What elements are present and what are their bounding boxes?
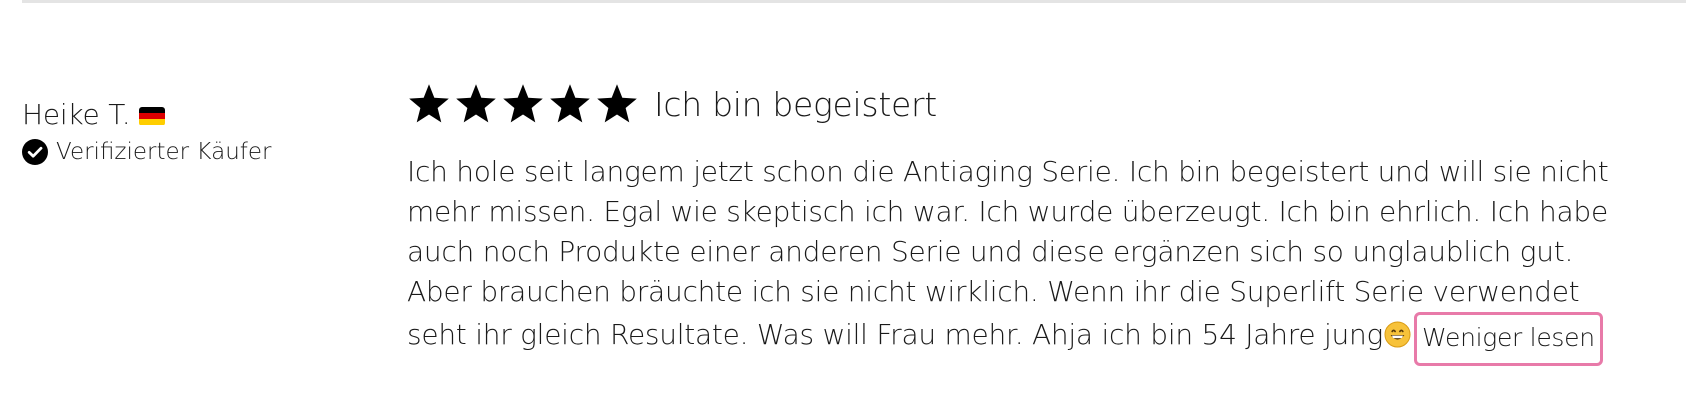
top-divider: [22, 0, 1686, 3]
reviewer-name-row: Heike T.: [22, 96, 342, 132]
star-icon: [503, 84, 543, 123]
verified-buyer-badge: Verifizierter Käufer: [22, 136, 342, 168]
review-body: Ich hole seit langem jetzt schon die Ant…: [407, 152, 1632, 366]
review-page: Heike T. Verifizierter Käufer Ich bin be…: [0, 0, 1686, 416]
reviewer-info: Heike T. Verifizierter Käufer: [22, 96, 342, 168]
star-icon: [409, 84, 449, 123]
review-title: Ich bin begeistert: [654, 84, 937, 124]
star-rating: [407, 82, 642, 126]
grinning-face-emoji-icon: [1384, 321, 1411, 348]
review-content: Ich bin begeistert Ich hole seit langem …: [407, 78, 1647, 366]
verified-buyer-label: Verifizierter Käufer: [56, 139, 272, 165]
star-icon: [456, 84, 496, 123]
read-less-button[interactable]: Weniger lesen: [1414, 312, 1603, 366]
star-icon: [597, 84, 637, 123]
check-circle-icon: [22, 139, 48, 165]
review-headline: Ich bin begeistert: [407, 78, 1647, 130]
star-icon: [550, 84, 590, 123]
reviewer-name: Heike T.: [22, 97, 131, 131]
germany-flag-icon: [138, 106, 165, 126]
